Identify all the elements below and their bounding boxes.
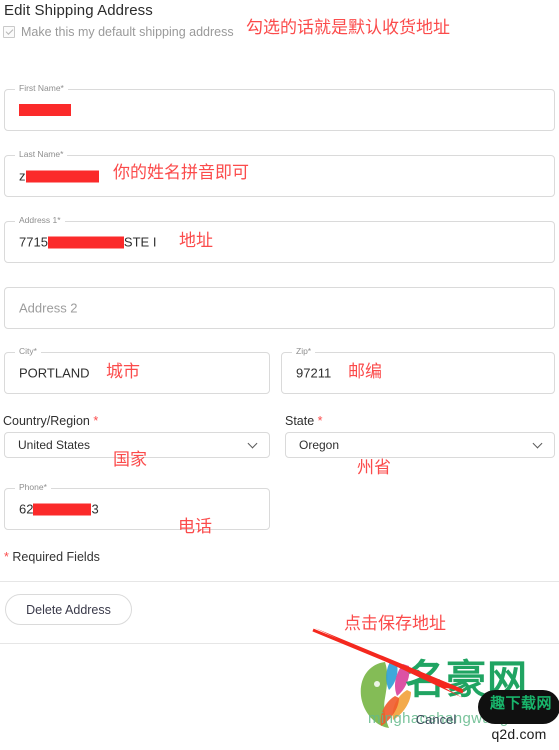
zip-field[interactable]: Zip* 97211 <box>281 347 555 394</box>
address2-field[interactable]: Address 2 <box>4 287 555 329</box>
phone-redaction <box>33 503 92 515</box>
annotation-city: 城市 <box>106 362 140 382</box>
state-value: Oregon <box>299 438 340 452</box>
country-required-mark: * <box>93 414 99 428</box>
last-name-value: z <box>19 169 99 184</box>
watermark-q2d: 趣下载网 q2d.com <box>478 690 559 750</box>
last-name-redaction <box>25 170 99 182</box>
default-shipping-checkbox[interactable] <box>3 26 15 38</box>
annotation-name-pinyin: 你的姓名拼音即可 <box>113 163 249 183</box>
page-title: Edit Shipping Address <box>4 2 153 19</box>
default-shipping-label: Make this my default shipping address <box>21 25 234 39</box>
address1-field[interactable]: Address 1* 7715 STE I <box>4 216 555 263</box>
address1-label: Address 1* <box>15 216 65 225</box>
first-name-value <box>19 104 71 116</box>
country-label-text: Country/Region <box>3 414 90 428</box>
annotation-default-address: 勾选的话就是默认收货地址 <box>246 18 450 38</box>
divider-top <box>0 581 559 582</box>
country-value: United States <box>18 438 91 452</box>
first-name-label: First Name* <box>15 84 68 93</box>
zip-value: 97211 <box>296 365 332 381</box>
address1-visible-prefix: 7715 <box>19 234 48 250</box>
phone-label: Phone* <box>15 483 51 492</box>
required-text: Required Fields <box>8 550 100 564</box>
last-name-label: Last Name* <box>15 150 68 159</box>
edit-shipping-address-page: Edit Shipping Address Make this my defau… <box>0 0 559 750</box>
divider-bottom <box>0 643 559 644</box>
delete-address-button[interactable]: Delete Address <box>5 594 132 625</box>
phone-visible-prefix: 62 <box>19 501 34 517</box>
watermark-secondary-url: q2d.com <box>491 726 547 742</box>
watermark-primary-text: 名豪网 <box>405 657 528 703</box>
address1-value: 7715 STE I <box>19 235 156 250</box>
chevron-down-icon <box>249 440 258 449</box>
watermark-q2d-badge <box>478 690 559 724</box>
annotation-address: 地址 <box>179 231 213 251</box>
annotation-zip: 邮编 <box>348 362 382 382</box>
country-label: Country/Region * <box>3 414 98 428</box>
first-name-redaction <box>19 104 71 116</box>
first-name-field[interactable]: First Name* <box>4 84 555 131</box>
required-fields-note: * Required Fields <box>4 550 100 564</box>
annotation-save-address: 点击保存地址 <box>344 614 446 634</box>
annotation-state: 州省 <box>357 458 391 478</box>
state-required-mark: * <box>317 414 323 428</box>
default-address-row[interactable]: Make this my default shipping address <box>3 25 234 39</box>
phone-field[interactable]: Phone* 62 3 <box>4 483 270 530</box>
last-name-field[interactable]: Last Name* z <box>4 150 555 197</box>
watermark-minghao: 名豪网 minghaoshangwang.com <box>312 628 559 744</box>
state-label: State * <box>285 414 323 428</box>
chevron-down-icon <box>534 440 543 449</box>
phone-value: 62 3 <box>19 502 99 517</box>
phone-visible-suffix: 3 <box>91 501 99 517</box>
city-label: City* <box>15 347 41 356</box>
state-select[interactable]: Oregon <box>285 432 555 458</box>
address1-visible-suffix: STE I <box>123 234 157 250</box>
annotation-phone: 电话 <box>178 517 212 537</box>
state-label-text: State <box>285 414 315 428</box>
address1-redaction <box>47 236 124 248</box>
watermark-secondary-text: 趣下载网 <box>489 694 552 712</box>
city-value: PORTLAND <box>19 365 90 381</box>
address2-placeholder: Address 2 <box>19 300 78 316</box>
annotation-country: 国家 <box>113 450 147 470</box>
zip-label: Zip* <box>292 347 316 356</box>
cancel-link[interactable]: Cancel <box>406 712 466 727</box>
